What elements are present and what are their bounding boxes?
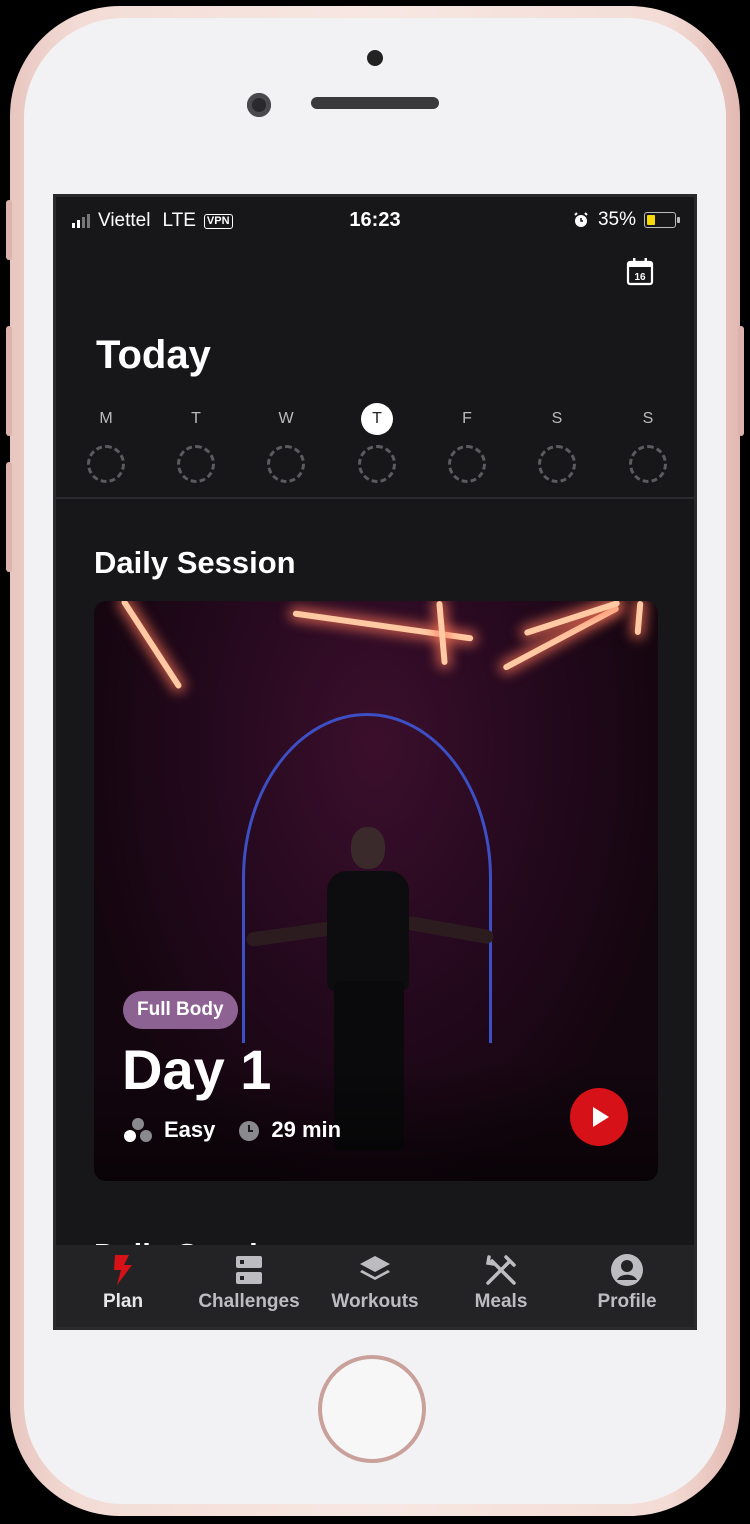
alarm-icon: [574, 212, 588, 227]
utensils-icon: [485, 1255, 516, 1285]
workout-tag: Full Body: [123, 991, 238, 1029]
day-progress-ring: [448, 445, 486, 483]
day-tuesday[interactable]: T: [166, 403, 226, 483]
day-progress-ring: [177, 445, 215, 483]
workout-title: Day 1: [122, 1038, 272, 1101]
athlete-head: [351, 827, 385, 869]
tab-profile[interactable]: Profile: [564, 1253, 690, 1313]
tab-label: Meals: [474, 1291, 528, 1312]
difficulty-label: Easy: [164, 1117, 216, 1142]
challenges-icon: [236, 1256, 262, 1284]
tab-plan[interactable]: Plan: [60, 1253, 186, 1313]
tab-challenges[interactable]: Challenges: [186, 1253, 312, 1313]
mute-switch: [6, 200, 12, 260]
day-progress-ring: [538, 445, 576, 483]
day-letter: T: [191, 410, 201, 427]
daily-session-card[interactable]: Full Body Day 1 Easy 29 min: [94, 601, 658, 1181]
day-progress-ring: [267, 445, 305, 483]
day-letter: M: [99, 410, 113, 427]
day-thursday[interactable]: T: [347, 403, 407, 483]
power-button: [738, 326, 744, 436]
tab-label: Challenges: [198, 1291, 300, 1312]
tab-label: Workouts: [331, 1291, 419, 1312]
section-title: Daily Session: [94, 545, 296, 580]
neon-light: [292, 610, 474, 642]
volume-down-button: [6, 462, 12, 572]
user-icon: [611, 1254, 643, 1286]
tab-label: Profile: [597, 1291, 657, 1312]
day-progress-ring: [87, 445, 125, 483]
day-saturday[interactable]: S: [527, 403, 587, 483]
tab-bar: Plan Challenges Workouts Meals Profile: [56, 1245, 694, 1327]
neon-light: [502, 604, 620, 672]
workout-meta: Easy 29 min: [122, 1117, 341, 1143]
proximity-sensor: [367, 50, 383, 66]
battery-icon: [644, 212, 680, 228]
tab-meals[interactable]: Meals: [438, 1253, 564, 1313]
week-day-selector: M T W T F S S: [56, 403, 694, 483]
tab-label: Plan: [102, 1291, 144, 1312]
bolt-icon: [114, 1255, 132, 1285]
home-button[interactable]: [318, 1355, 426, 1463]
day-letter: W: [278, 410, 294, 427]
clock-icon: [239, 1121, 260, 1141]
tab-workouts[interactable]: Workouts: [312, 1253, 438, 1313]
app-screen: Viettel LTE VPN 16:23 35% 16 Today M T W…: [53, 194, 697, 1330]
earpiece-speaker: [311, 97, 439, 109]
day-letter: S: [551, 410, 563, 427]
difficulty-icon: [124, 1118, 152, 1142]
neon-light: [120, 601, 183, 690]
page-title: Today: [96, 333, 211, 377]
calendar-icon[interactable]: 16: [625, 257, 655, 287]
day-progress-ring: [358, 445, 396, 483]
day-friday[interactable]: F: [437, 403, 497, 483]
play-button[interactable]: [570, 1088, 628, 1146]
day-monday[interactable]: M: [76, 403, 136, 483]
front-camera: [247, 93, 271, 117]
day-sunday[interactable]: S: [618, 403, 678, 483]
calendar-icon-day: 16: [634, 272, 646, 283]
day-letter: F: [462, 410, 472, 427]
day-letter-active: T: [361, 403, 393, 435]
athlete-torso: [327, 871, 409, 991]
neon-light: [634, 601, 644, 636]
day-letter: S: [642, 410, 654, 427]
status-right: 35%: [572, 209, 680, 231]
status-bar: Viettel LTE VPN 16:23 35%: [56, 197, 694, 243]
battery-percent: 35%: [597, 209, 636, 230]
day-progress-ring: [629, 445, 667, 483]
day-wednesday[interactable]: W: [256, 403, 316, 483]
duration-label: 29 min: [271, 1117, 342, 1142]
volume-up-button: [6, 326, 12, 436]
layers-icon: [360, 1256, 390, 1280]
section-divider: [56, 497, 694, 499]
